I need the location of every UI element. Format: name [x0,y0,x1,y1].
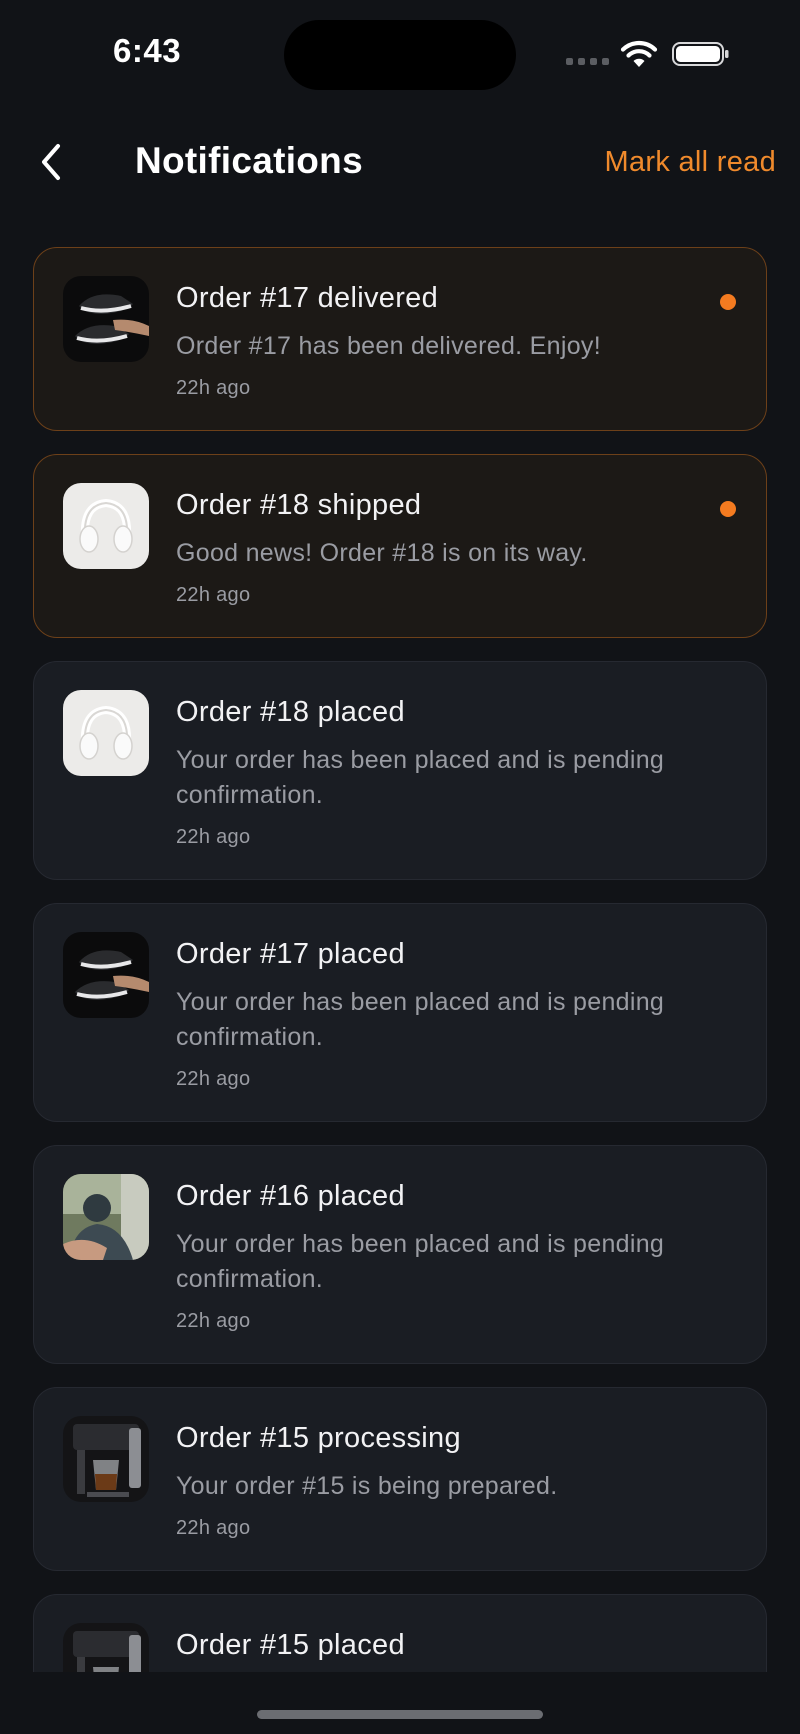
notification-time: 22h ago [176,377,251,399]
page-title: Notifications [135,140,363,181]
notification-time: 22h ago [176,1517,251,1539]
notification-title: Order #17 placed [176,938,405,970]
notification-message: Your order has been placed and is pendin… [176,1230,665,1293]
notification-card[interactable]: Order #15 placed [33,1594,767,1672]
coffee-machine-thumbnail [63,1623,149,1672]
sneakers-thumbnail [63,276,149,362]
battery-icon [672,42,729,66]
navigation-header: Notifications Mark all read [0,120,800,204]
headphones-thumbnail [63,690,149,776]
unread-indicator [720,501,736,517]
notification-time: 22h ago [176,1310,251,1332]
notification-card[interactable]: Order #18 placed Your order has been pla… [33,661,767,880]
notification-card[interactable]: Order #17 placed Your order has been pla… [33,903,767,1122]
notification-card[interactable]: Order #18 shipped Good news! Order #18 i… [33,454,767,638]
back-button[interactable] [30,138,74,186]
chevron-left-icon [42,144,60,180]
wifi-icon [620,41,658,67]
dynamic-island [284,20,516,90]
notification-title: Order #18 shipped [176,489,422,521]
headphones-thumbnail [63,483,149,569]
status-bar: 6:43 [0,0,800,110]
notification-message: Your order has been placed and is pendin… [176,988,665,1051]
photo-thumbnail [63,1174,149,1260]
notification-title: Order #18 placed [176,696,405,728]
notification-card[interactable]: Order #15 processing Your order #15 is b… [33,1387,767,1571]
notification-time: 22h ago [176,584,251,606]
notification-title: Order #16 placed [176,1180,405,1212]
notification-title: Order #15 processing [176,1422,461,1454]
cellular-signal-icon [566,58,610,66]
notification-message: Good news! Order #18 is on its way. [176,539,588,567]
notification-message: Order #17 has been delivered. Enjoy! [176,332,601,360]
notifications-list[interactable]: Order #17 delivered Order #17 has been d… [33,247,767,1672]
unread-indicator [720,294,736,310]
notification-time: 22h ago [176,1068,251,1090]
notification-time: 22h ago [176,826,251,848]
notification-card[interactable]: Order #17 delivered Order #17 has been d… [33,247,767,431]
home-indicator [257,1710,543,1719]
notification-card[interactable]: Order #16 placed Your order has been pla… [33,1145,767,1364]
mark-all-read-button[interactable]: Mark all read [604,146,776,179]
notification-title: Order #17 delivered [176,282,439,314]
status-time: 6:43 [113,32,182,69]
notification-message: Your order #15 is being prepared. [176,1472,558,1500]
notification-title: Order #15 placed [176,1629,405,1661]
sneakers-thumbnail [63,932,149,1018]
notification-message: Your order has been placed and is pendin… [176,746,665,809]
coffee-machine-thumbnail [63,1416,149,1502]
